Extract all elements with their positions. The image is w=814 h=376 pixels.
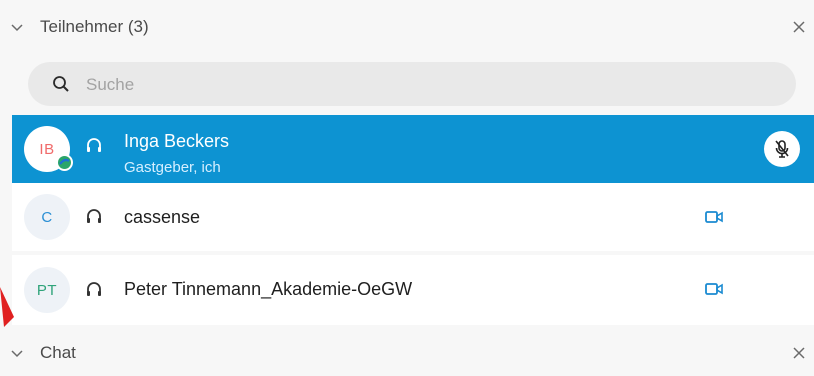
search-input[interactable] [84,71,768,99]
avatar: C [24,194,70,240]
participant-row-cassense[interactable]: C cassense [12,183,814,251]
avatar-initials: IB [39,140,55,158]
participant-name: Peter Tinnemann_Akademie-OeGW [124,279,413,299]
close-icon[interactable] [792,346,806,360]
participant-name: Inga Beckers [124,131,230,151]
headset-icon [87,138,101,152]
participant-row-inga-beckers[interactable]: IB Inga Beckers Gastgeber, ich [12,115,814,183]
headset-icon [87,282,101,296]
chevron-down-icon[interactable] [10,346,24,360]
participant-role: Gastgeber, ich [124,159,221,176]
annotation-arrow-icon [0,287,14,327]
avatar: PT [24,267,70,313]
video-camera-icon[interactable] [704,281,724,297]
avatar-initials: PT [36,281,58,299]
chat-section-title: Chat [40,342,76,362]
participant-name: cassense [124,207,201,227]
connection-status-icon [56,154,73,171]
participants-panel: Teilnehmer (3) IB Inga Beckers Gastge [0,0,814,376]
chat-section-header[interactable]: Chat [0,329,814,376]
avatar-initials: C [41,208,53,226]
video-camera-icon[interactable] [704,209,724,225]
search-icon [53,76,69,92]
chevron-down-icon[interactable] [10,20,24,34]
microphone-muted-icon [775,140,789,158]
headset-icon [87,209,101,223]
participant-search[interactable] [28,62,796,106]
participants-section-header[interactable]: Teilnehmer (3) [0,2,814,52]
close-icon[interactable] [792,20,806,34]
participant-row-peter-tinnemann[interactable]: PT Peter Tinnemann_Akademie-OeGW [12,255,814,325]
mute-button[interactable] [764,131,800,167]
participants-section-title: Teilnehmer (3) [40,17,149,36]
